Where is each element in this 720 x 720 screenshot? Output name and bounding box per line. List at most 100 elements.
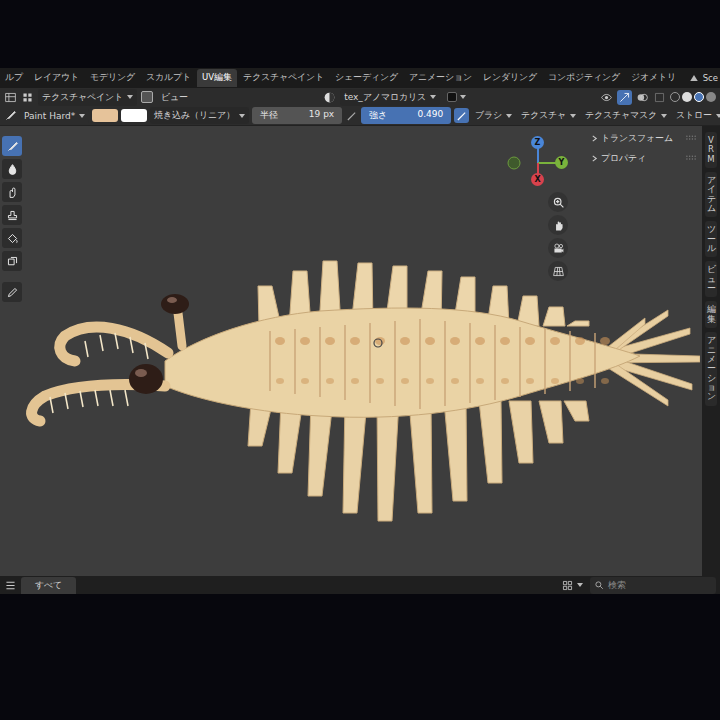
sidebar-panel[interactable]: トランスフォーム xyxy=(588,129,700,147)
search-icon xyxy=(594,580,604,590)
pin-toggle[interactable] xyxy=(141,91,153,103)
scene-selector[interactable]: Sce xyxy=(703,73,718,83)
black-margin xyxy=(0,594,720,720)
drag-handle-icon[interactable] xyxy=(686,135,697,141)
navigation-gizmo[interactable]: Z Y X xyxy=(503,133,573,193)
tool-button[interactable] xyxy=(2,228,22,248)
workspace-tabs: ルプレイアウトモデリングスカルプトUV編集テクスチャペイントシェーディングアニメ… xyxy=(0,69,685,87)
tool-icon xyxy=(6,209,19,222)
pressure-icon[interactable] xyxy=(454,108,469,123)
tool-icon xyxy=(6,286,19,299)
tool-menu[interactable]: ブラシ xyxy=(472,107,515,124)
anomalocaris-model xyxy=(24,126,700,576)
sidebar-tab[interactable]: 編集 xyxy=(705,301,718,328)
tool-icon xyxy=(6,163,19,176)
tool-button[interactable] xyxy=(2,136,22,156)
sidebar-panel[interactable]: プロパティ xyxy=(588,149,700,167)
blend-dropdown[interactable]: 焼き込み（リニア） xyxy=(150,107,249,124)
tool-menu[interactable]: テクスチャ xyxy=(518,107,579,124)
search-field[interactable]: 検索 xyxy=(590,577,716,594)
shading-modes xyxy=(670,92,716,102)
brush-dropdown[interactable]: Paint Hard* xyxy=(20,109,89,123)
tool-button[interactable] xyxy=(2,182,22,202)
grid-icon xyxy=(561,579,574,592)
editor-header: テクスチャペイント ビュー tex_アノマロカリス xyxy=(0,88,720,106)
pan-button[interactable] xyxy=(548,215,568,235)
drag-handle-icon[interactable] xyxy=(686,155,697,161)
wireframe-shading[interactable] xyxy=(670,92,680,102)
sidebar-tab[interactable]: アニメーション xyxy=(705,332,718,405)
sidebar-tab[interactable]: アイテム xyxy=(705,172,718,217)
color-swatch[interactable] xyxy=(121,109,147,122)
tool-menu[interactable]: ストロー xyxy=(673,107,720,124)
radius-field[interactable]: 半径19 px xyxy=(252,107,342,124)
z-axis[interactable]: Z xyxy=(531,136,544,149)
workspace-bar: ルプレイアウトモデリングスカルプトUV編集テクスチャペイントシェーディングアニメ… xyxy=(0,68,720,88)
render-shading[interactable] xyxy=(706,92,716,102)
workspace-tab[interactable]: ジオメトリ xyxy=(626,69,681,87)
mode-icon xyxy=(21,91,34,104)
color-swatch[interactable] xyxy=(92,109,118,122)
viewport: Z Y X トランスフォーム プロパティ VRM アイテムツールビュー編集アニメー… xyxy=(0,126,720,576)
material-shading[interactable] xyxy=(694,92,704,102)
workspace-tab[interactable]: モデリング xyxy=(85,69,140,87)
menu-icon[interactable] xyxy=(4,579,17,592)
navigation-buttons xyxy=(548,192,568,281)
tool-button[interactable] xyxy=(2,205,22,225)
toolbar xyxy=(0,126,24,576)
workspace-tab[interactable]: スカルプト xyxy=(141,69,196,87)
tool-button[interactable] xyxy=(2,251,22,271)
scene-icon[interactable] xyxy=(688,72,700,84)
3d-canvas[interactable]: Z Y X トランスフォーム プロパティ xyxy=(24,126,702,576)
chevron-icon xyxy=(591,135,598,142)
pressure-icon[interactable] xyxy=(345,109,358,122)
workspace-tab[interactable]: コンポジティング xyxy=(543,69,625,87)
tool-icon xyxy=(6,232,19,245)
layout-button[interactable] xyxy=(558,577,586,594)
tool-button[interactable] xyxy=(2,159,22,179)
camera-button[interactable] xyxy=(548,238,568,258)
sidebar-tabs: VRM アイテムツールビュー編集アニメーション xyxy=(702,126,720,576)
workspace-tab[interactable]: テクスチャペイント xyxy=(238,69,329,87)
editor-type-icon[interactable] xyxy=(4,91,17,104)
x-axis[interactable]: X xyxy=(531,173,544,186)
visibility-icon[interactable] xyxy=(600,91,613,104)
view-menu[interactable]: ビュー xyxy=(157,89,192,106)
workspace-tab[interactable]: ルプ xyxy=(0,69,28,87)
workspace-tab[interactable]: シェーディング xyxy=(330,69,403,87)
workspace-tab[interactable]: UV編集 xyxy=(197,69,237,87)
workspace-tab[interactable]: アニメーション xyxy=(404,69,477,87)
projection-button[interactable] xyxy=(548,261,568,281)
zoom-icon xyxy=(552,196,565,209)
sidebar-panels: トランスフォーム プロパティ xyxy=(588,129,700,167)
screen: ルプレイアウトモデリングスカルプトUV編集テクスチャペイントシェーディングアニメ… xyxy=(0,0,720,720)
camera-icon xyxy=(552,242,565,255)
sidebar-tab[interactable]: ビュー xyxy=(705,261,718,297)
tool-button[interactable] xyxy=(2,282,22,302)
tool-icon xyxy=(6,186,19,199)
image-icon xyxy=(323,91,336,104)
workspace-tab[interactable]: レンダリング xyxy=(478,69,542,87)
tool-settings: Paint Hard* 焼き込み（リニア） 半径19 px 強さ0.490 ブラ… xyxy=(0,106,720,126)
slot-button[interactable] xyxy=(444,90,469,104)
tool-icon xyxy=(6,255,19,268)
black-margin xyxy=(0,0,720,68)
sidebar-tab[interactable]: VRM xyxy=(705,132,718,168)
solid-shading[interactable] xyxy=(682,92,692,102)
filter-tab[interactable]: すべて xyxy=(21,577,76,594)
mode-dropdown[interactable]: テクスチャペイント xyxy=(38,89,137,106)
sidebar-tab[interactable]: ツール xyxy=(705,221,718,257)
hand-icon xyxy=(552,219,565,232)
blender-window: ルプレイアウトモデリングスカルプトUV編集テクスチャペイントシェーディングアニメ… xyxy=(0,68,720,594)
xray-icon[interactable] xyxy=(653,91,666,104)
overlay-icon[interactable] xyxy=(636,91,649,104)
tool-icon xyxy=(6,140,19,153)
image-dropdown[interactable]: tex_アノマロカリス xyxy=(340,89,440,106)
tool-menu[interactable]: テクスチャマスク xyxy=(582,107,670,124)
gizmo-toggle-icon[interactable] xyxy=(617,90,632,105)
strength-field[interactable]: 強さ0.490 xyxy=(361,107,451,124)
brush-icon xyxy=(4,109,17,122)
workspace-tab[interactable]: レイアウト xyxy=(29,69,84,87)
zoom-button[interactable] xyxy=(548,192,568,212)
y-axis[interactable]: Y xyxy=(555,156,568,169)
